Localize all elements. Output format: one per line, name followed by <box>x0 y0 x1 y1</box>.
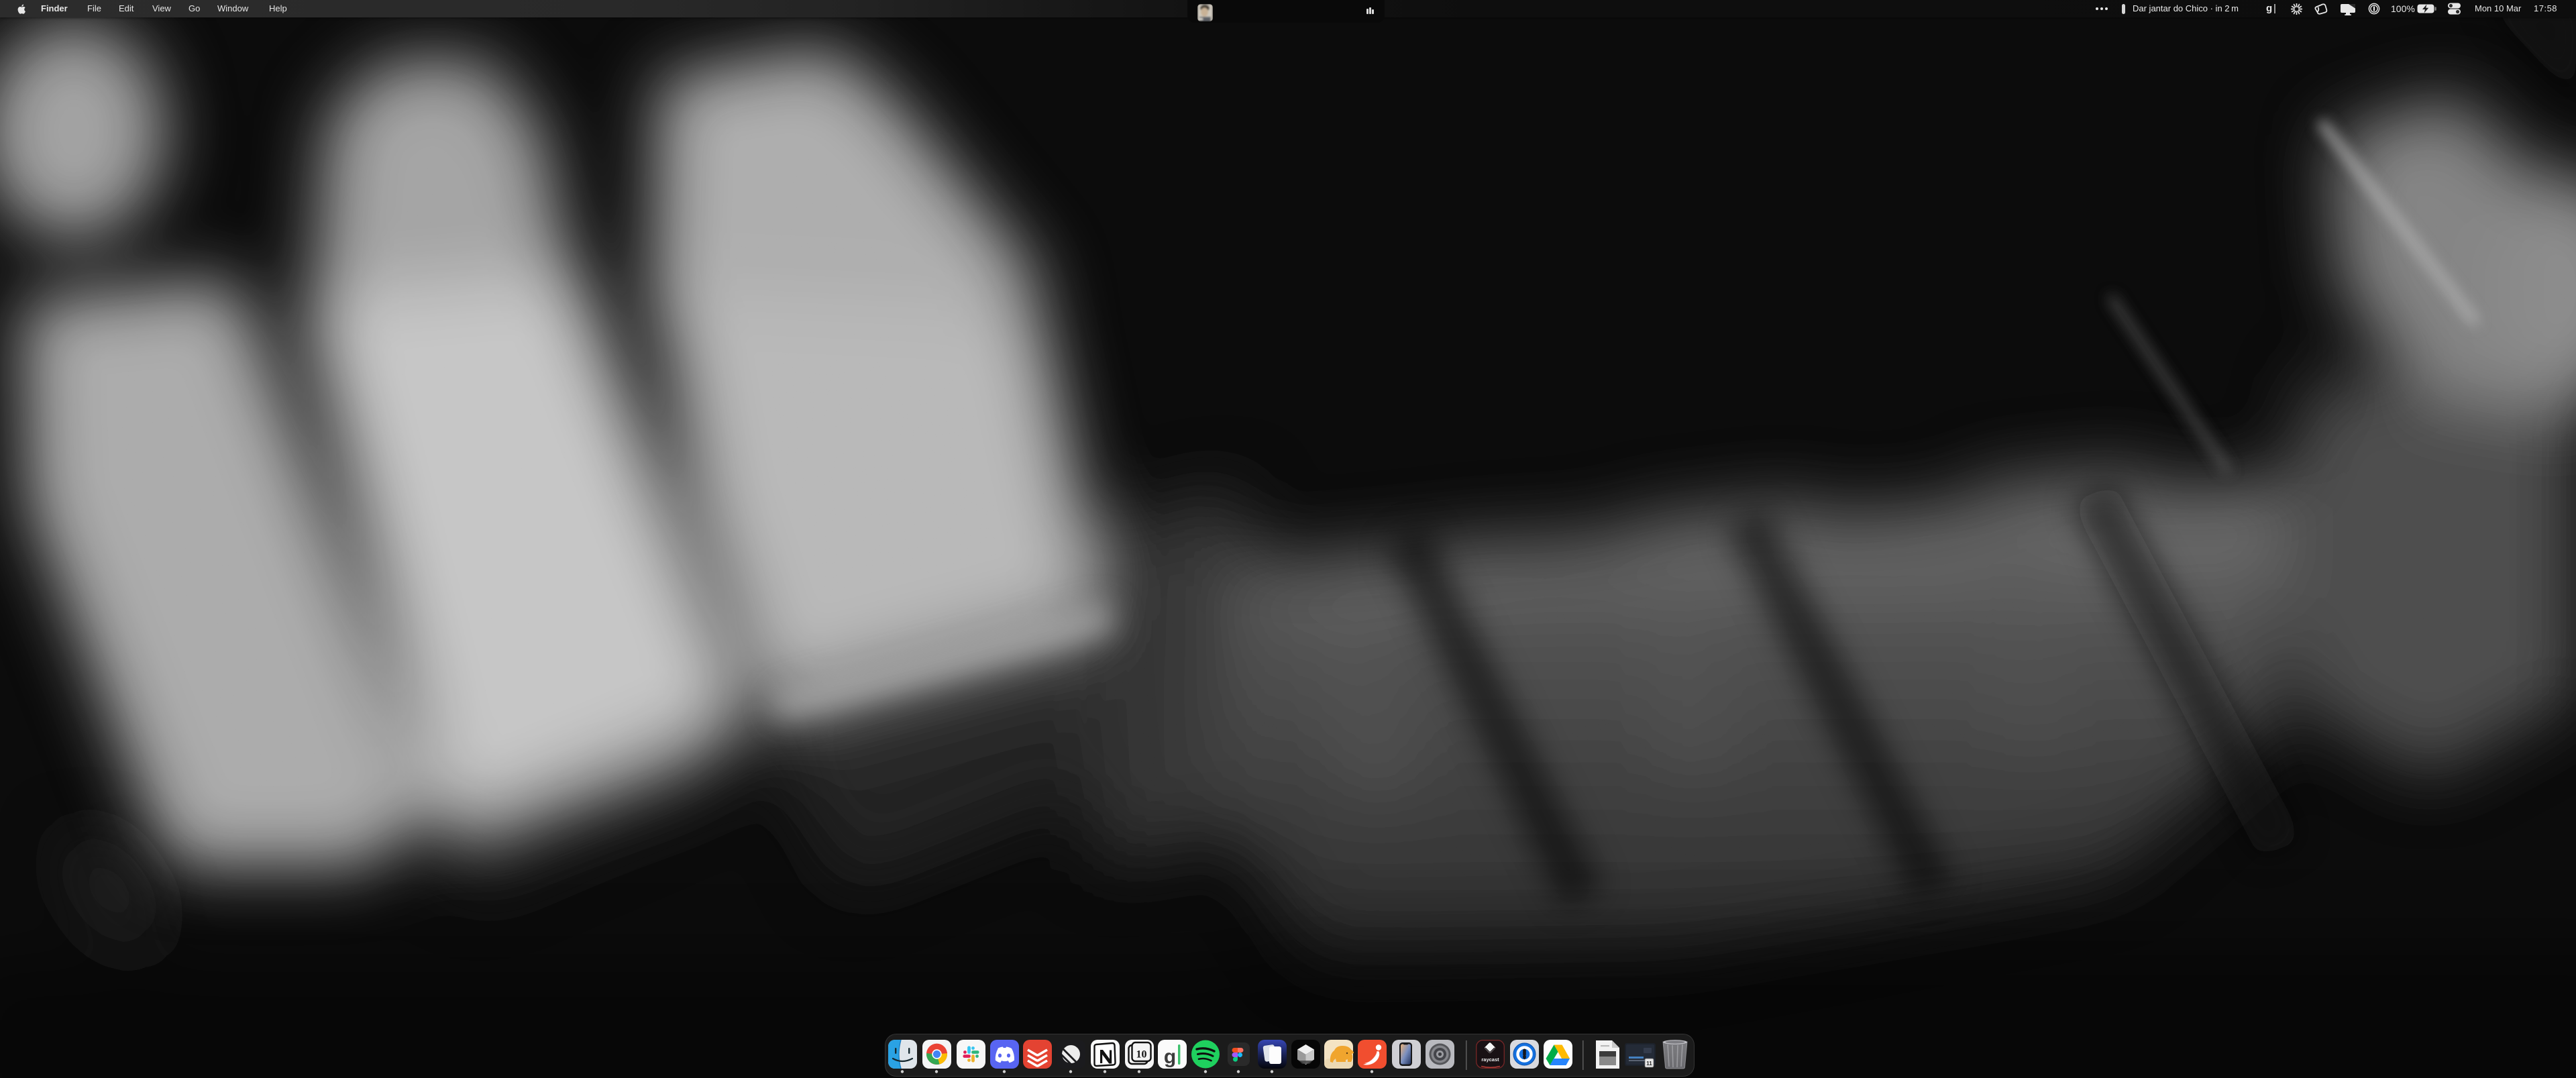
svg-text:11: 11 <box>1646 1061 1652 1067</box>
svg-text:10: 10 <box>1136 1049 1147 1061</box>
svg-text:raycast: raycast <box>1481 1057 1499 1063</box>
svg-text:g: g <box>1164 1046 1176 1068</box>
